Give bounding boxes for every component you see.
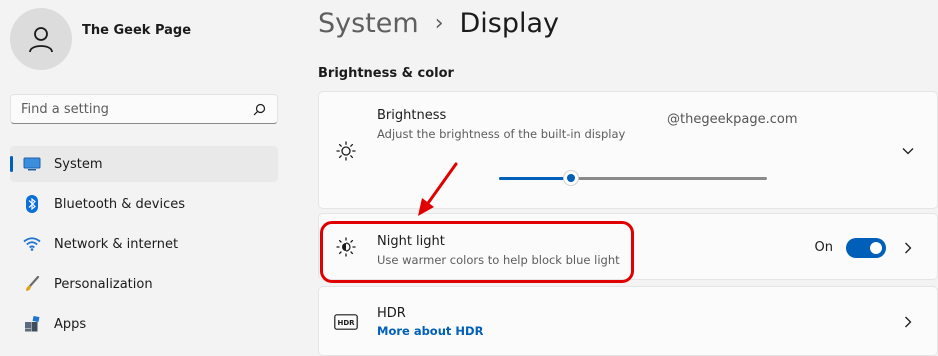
brightness-card[interactable]: Brightness Adjust the brightness of the … <box>318 91 938 209</box>
page-title: Display <box>459 8 560 39</box>
search-input[interactable] <box>21 101 251 117</box>
chevron-right-icon[interactable] <box>901 315 915 329</box>
watermark: @thegeekpage.com <box>667 112 798 127</box>
svg-text:HDR: HDR <box>337 319 355 327</box>
highlight-box <box>320 221 634 283</box>
hdr-card[interactable]: HDR HDR More about HDR <box>318 286 938 356</box>
annotation-arrow <box>418 162 458 216</box>
night-light-toggle[interactable] <box>846 238 886 258</box>
sidebar-item-label: Apps <box>54 316 87 332</box>
user-profile[interactable]: The Geek Page <box>10 8 191 70</box>
more-about-hdr-link[interactable]: More about HDR <box>377 324 483 338</box>
sidebar-item-label: System <box>54 156 103 172</box>
search-icon[interactable] <box>251 101 267 117</box>
brightness-title: Brightness <box>377 108 447 123</box>
main-content: System › Display Brightness & color Brig… <box>318 0 938 356</box>
sidebar-item-network[interactable]: Network & internet <box>10 226 278 262</box>
hdr-icon: HDR <box>333 311 359 333</box>
user-name: The Geek Page <box>82 23 192 38</box>
sidebar-item-personalization[interactable]: Personalization <box>10 266 278 302</box>
sidebar-item-label: Personalization <box>54 276 153 292</box>
sun-icon <box>335 140 357 162</box>
apps-icon <box>22 314 42 334</box>
monitor-icon <box>22 154 42 174</box>
sidebar-item-system[interactable]: System <box>10 146 278 182</box>
slider-thumb[interactable] <box>563 170 580 186</box>
bluetooth-icon <box>22 194 42 214</box>
sidebar-item-apps[interactable]: Apps <box>10 306 278 342</box>
wifi-icon <box>22 234 42 254</box>
breadcrumb-separator: › <box>434 11 444 36</box>
sidebar-item-label: Network & internet <box>54 236 179 252</box>
toggle-knob <box>870 242 882 254</box>
avatar[interactable] <box>10 8 72 70</box>
sidebar-item-label: Bluetooth & devices <box>54 196 185 212</box>
brightness-subtitle: Adjust the brightness of the built-in di… <box>377 127 626 141</box>
sidebar-item-bluetooth[interactable]: Bluetooth & devices <box>10 186 278 222</box>
breadcrumb: System › Display <box>318 8 559 39</box>
brush-icon <box>22 274 42 294</box>
toggle-state-label: On <box>814 240 833 255</box>
section-title: Brightness & color <box>318 66 454 81</box>
search-box[interactable] <box>10 94 278 124</box>
breadcrumb-parent[interactable]: System <box>318 8 419 39</box>
slider-fill <box>499 177 572 180</box>
hdr-title: HDR <box>377 306 406 321</box>
person-icon <box>29 27 53 53</box>
sidebar-nav: System Bluetooth & devices Network & int… <box>10 146 278 346</box>
chevron-down-icon[interactable] <box>901 144 915 158</box>
chevron-right-icon[interactable] <box>901 241 915 255</box>
brightness-slider[interactable] <box>499 170 767 186</box>
sidebar: The Geek Page System <box>0 0 290 356</box>
